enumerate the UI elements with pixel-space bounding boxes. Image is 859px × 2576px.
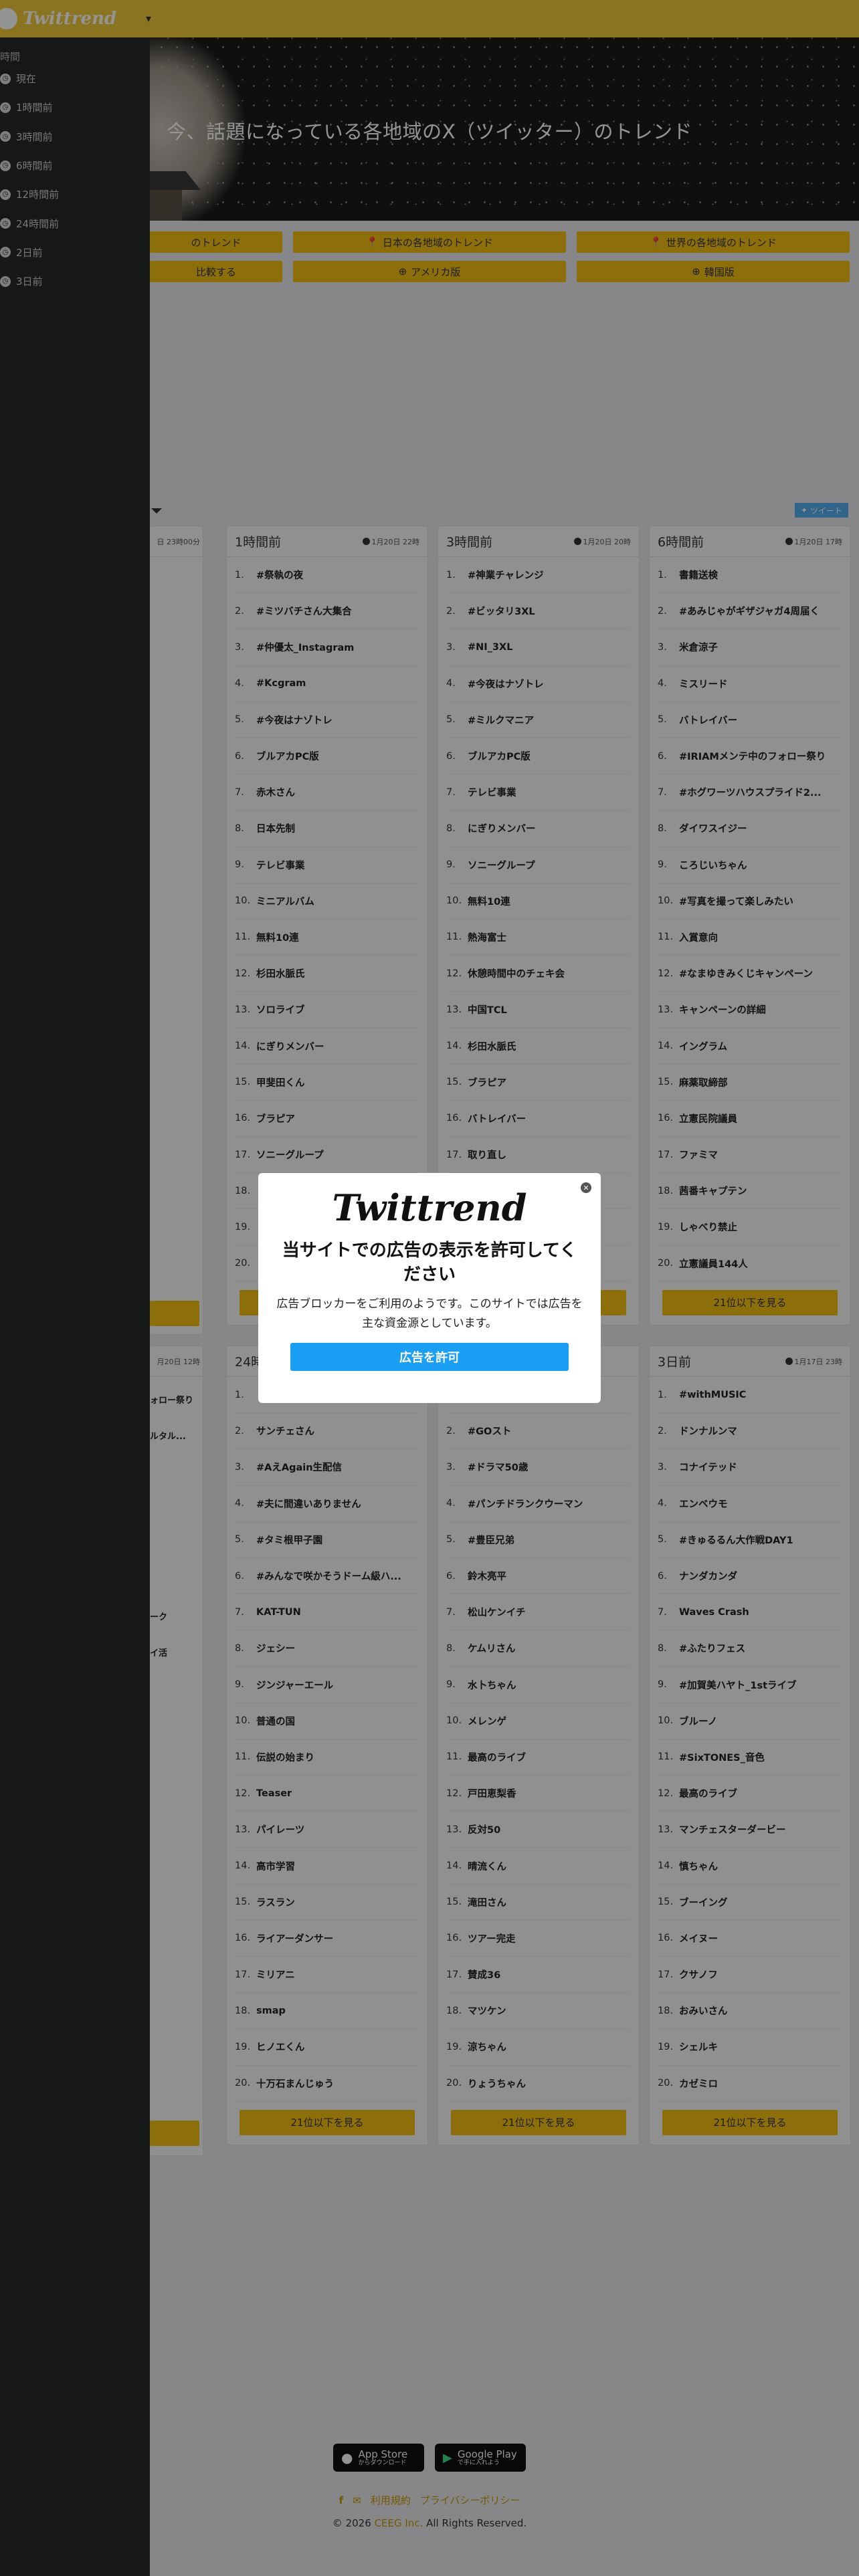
modal-logo: Twittrend	[332, 1186, 527, 1229]
modal-body: 広告ブロッカーをご利用のようです。このサイトでは広告を主な資金源としています。	[276, 1297, 583, 1330]
allow-ads-button[interactable]: 広告を許可	[290, 1343, 569, 1371]
close-icon[interactable]: ✕	[581, 1182, 591, 1193]
modal-title: 当サイトでの広告の表示を許可してください	[282, 1241, 577, 1285]
adblock-modal: ✕ Twittrend 当サイトでの広告の表示を許可してください 広告ブロッカー…	[258, 1173, 601, 1403]
